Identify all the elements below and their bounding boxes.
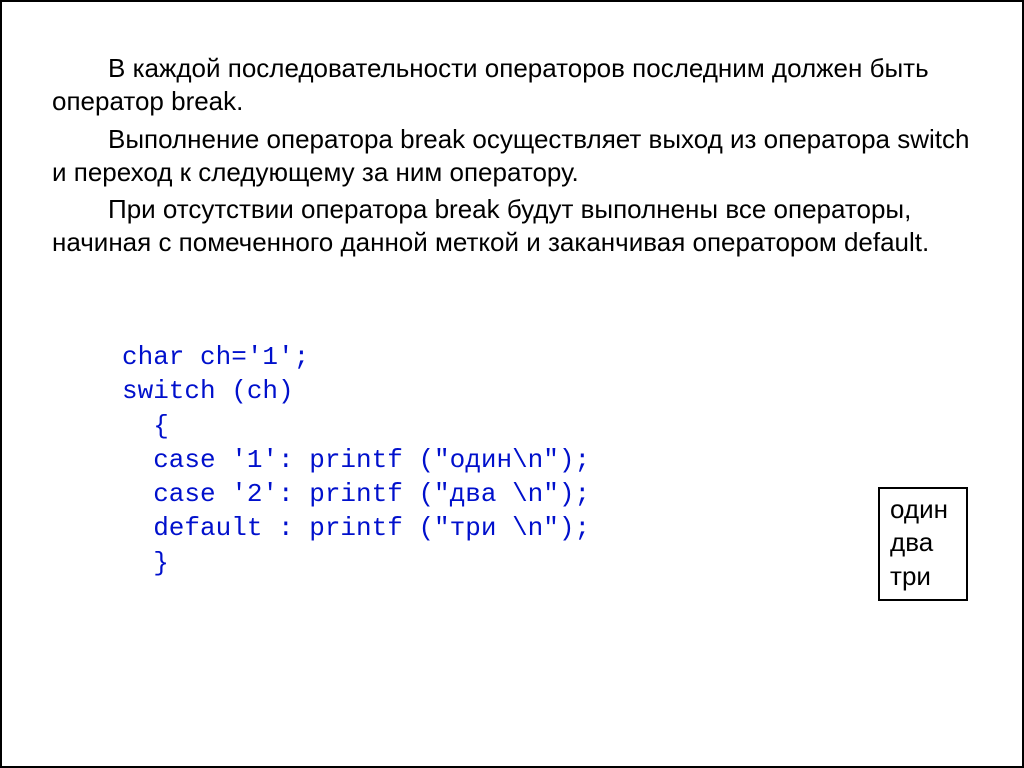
code-line-7: }	[122, 548, 169, 578]
paragraph-1: В каждой последовательности операторов п…	[52, 52, 972, 119]
code-line-4: case '1': printf ("один\n");	[122, 445, 590, 475]
output-line-2: два	[890, 526, 948, 559]
paragraph-3: При отсутствии оператора break будут вып…	[52, 193, 972, 260]
output-line-3: три	[890, 560, 948, 593]
slide: В каждой последовательности операторов п…	[0, 0, 1024, 768]
output-line-1: один	[890, 493, 948, 526]
code-line-6: default : printf ("три \n");	[122, 513, 590, 543]
paragraph-2: Выполнение оператора break осуществляет …	[52, 123, 972, 190]
code-line-2: switch (ch)	[122, 376, 294, 406]
prose-block: В каждой последовательности операторов п…	[52, 52, 972, 260]
code-block: char ch='1'; switch (ch) { case '1': pri…	[122, 306, 972, 581]
code-line-5: case '2': printf ("два \n");	[122, 479, 590, 509]
code-line-3: {	[122, 411, 169, 441]
output-box: один два три	[878, 487, 968, 601]
code-line-1: char ch='1';	[122, 342, 309, 372]
